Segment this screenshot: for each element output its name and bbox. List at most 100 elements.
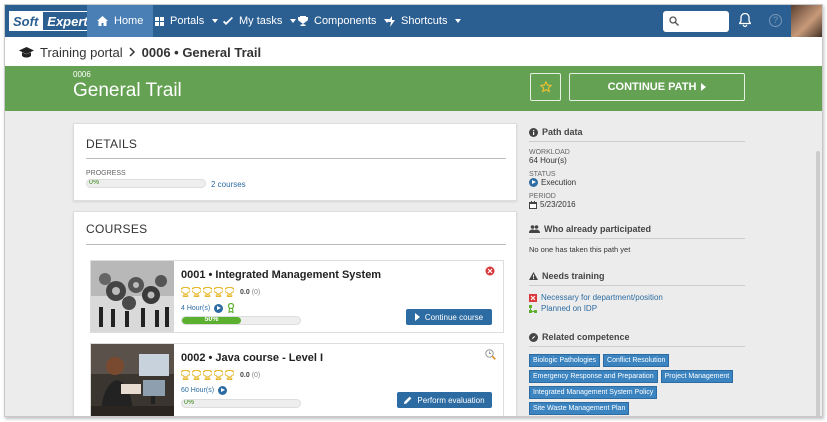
progress-label: PROGRESS xyxy=(86,170,126,177)
perform-evaluation-button[interactable]: Perform evaluation xyxy=(397,392,492,408)
status-text: Execution xyxy=(541,178,577,187)
breadcrumb-parent[interactable]: Training portal xyxy=(40,45,123,60)
play-icon xyxy=(529,178,538,187)
need-item-department[interactable]: Necessary for department/position xyxy=(529,293,745,302)
competence-tag[interactable]: Biologic Pathologies xyxy=(529,354,601,367)
trophy-icon[interactable] xyxy=(225,287,234,297)
help-icon[interactable]: ? xyxy=(769,14,782,27)
trophy-icon[interactable] xyxy=(203,370,212,380)
participants-empty-text: No one has taken this path yet xyxy=(529,245,631,254)
error-square-icon xyxy=(529,293,537,302)
workload-value: 64 Hour(s) xyxy=(529,156,567,165)
related-competence-title: Related competence xyxy=(542,332,630,342)
divider xyxy=(529,141,745,142)
course-progress-bar: 50% xyxy=(181,316,301,325)
course-rating: 0.0 (0) xyxy=(181,370,260,380)
nav-components-label: Components xyxy=(314,15,377,27)
need-item-department-text: Necessary for department/position xyxy=(541,293,663,302)
trophy-icon[interactable] xyxy=(214,287,223,297)
course-title: 0001 • Integrated Management System xyxy=(181,269,382,281)
scrollbar[interactable] xyxy=(816,151,820,416)
period-label: PERIOD xyxy=(529,193,556,200)
participants-section: Who already participated No one has take… xyxy=(529,224,745,254)
chevron-down-icon xyxy=(455,19,462,23)
trophy-icon[interactable] xyxy=(214,370,223,380)
users-icon xyxy=(529,225,540,233)
breadcrumb-current: 0006 • General Trail xyxy=(141,44,262,60)
trophy-icon[interactable] xyxy=(181,370,190,380)
bolt-icon xyxy=(388,15,395,27)
competence-tag[interactable]: Project Management xyxy=(660,370,734,383)
breadcrumb: Training portal 0006 • General Trail xyxy=(19,43,261,61)
info-icon xyxy=(529,127,538,137)
rating-score: 0.0 xyxy=(240,371,250,379)
path-banner: 0006 General Trail CONTINUE PATH xyxy=(5,66,822,111)
related-competence-section: Related competence Biologic Pathologies … xyxy=(529,332,745,415)
continue-path-button[interactable]: CONTINUE PATH xyxy=(569,73,745,101)
period-text: 5/23/2016 xyxy=(540,200,576,209)
play-icon[interactable] xyxy=(214,303,224,313)
course-hours: 4 Hour(s) xyxy=(181,303,235,313)
play-icon xyxy=(414,313,420,321)
needs-training-title: Needs training xyxy=(542,271,605,281)
competence-tag[interactable]: Conflict Resolution xyxy=(603,354,670,367)
trophy-icon[interactable] xyxy=(225,370,234,380)
path-code: 0006 xyxy=(73,70,91,79)
avatar[interactable] xyxy=(791,5,822,37)
favorite-button[interactable] xyxy=(530,73,561,101)
divider xyxy=(529,285,745,286)
competence-tags: Biologic Pathologies Conflict Resolution… xyxy=(529,354,744,415)
trophy-icon xyxy=(298,16,308,26)
warning-icon xyxy=(529,272,538,280)
certificate-icon xyxy=(228,303,235,313)
status-value: Execution xyxy=(529,178,745,187)
rating-value: 0.0 (0) xyxy=(240,289,260,296)
need-item-idp-text: Planned on IDP xyxy=(541,304,598,313)
path-data-title: Path data xyxy=(542,127,583,137)
workload-label: WORKLOAD xyxy=(529,149,570,156)
status-label: STATUS xyxy=(529,171,556,178)
trophy-icon[interactable] xyxy=(192,287,201,297)
competence-tag[interactable]: Integrated Management System Policy xyxy=(529,386,658,399)
nav-home[interactable]: Home xyxy=(87,5,154,37)
continue-path-label: CONTINUE PATH xyxy=(607,81,697,93)
divider xyxy=(86,244,506,245)
participants-title: Who already participated xyxy=(544,224,652,234)
need-item-idp[interactable]: Planned on IDP xyxy=(529,304,745,313)
competence-tag[interactable]: Site Waste Management Plan xyxy=(529,402,630,415)
nav-shortcuts[interactable]: Shortcuts xyxy=(378,5,471,37)
error-circle-icon xyxy=(485,266,495,276)
compass-icon xyxy=(529,332,538,342)
details-card: DETAILS PROGRESS 0% 2 courses xyxy=(73,123,517,201)
top-navbar: Soft Expert Home Portals My tasks Compone… xyxy=(5,5,822,37)
rating-value: 0.0 (0) xyxy=(240,372,260,379)
needs-training-heading: Needs training xyxy=(529,271,745,281)
trophy-icon[interactable] xyxy=(203,287,212,297)
course-item[interactable]: 0002 • Java course - Level I 0.0 (0) 60 … xyxy=(90,343,504,416)
logo-expert: Expert xyxy=(42,11,93,31)
perform-evaluation-label: Perform evaluation xyxy=(417,395,485,405)
clock-search-icon xyxy=(485,349,496,360)
search-input[interactable] xyxy=(663,11,729,32)
softexpert-logo[interactable]: Soft Expert xyxy=(9,10,93,32)
course-item[interactable]: 0001 • Integrated Management System 0.0 … xyxy=(90,260,504,333)
chevron-right-icon xyxy=(129,47,135,57)
trophy-icon[interactable] xyxy=(181,287,190,297)
course-hours-text: 60 Hour(s) xyxy=(181,387,215,394)
trophy-icon[interactable] xyxy=(192,370,201,380)
play-icon[interactable] xyxy=(218,386,228,395)
pencil-icon xyxy=(404,396,412,404)
courses-count-link[interactable]: 2 courses xyxy=(211,180,246,189)
app-window: Soft Expert Home Portals My tasks Compone… xyxy=(4,4,823,417)
graduation-cap-icon xyxy=(19,46,34,57)
logo-soft: Soft xyxy=(9,11,43,31)
continue-course-label: Continue course xyxy=(424,312,484,322)
star-icon xyxy=(539,81,552,93)
rating-votes: (0) xyxy=(251,288,261,296)
continue-course-button[interactable]: Continue course xyxy=(406,309,492,325)
related-competence-heading: Related competence xyxy=(529,332,745,342)
path-data-heading: Path data xyxy=(529,127,745,137)
nav-my-tasks-label: My tasks xyxy=(239,15,283,27)
competence-tag[interactable]: Emergency Response and Preparation xyxy=(529,370,658,383)
bell-icon[interactable] xyxy=(739,13,751,27)
